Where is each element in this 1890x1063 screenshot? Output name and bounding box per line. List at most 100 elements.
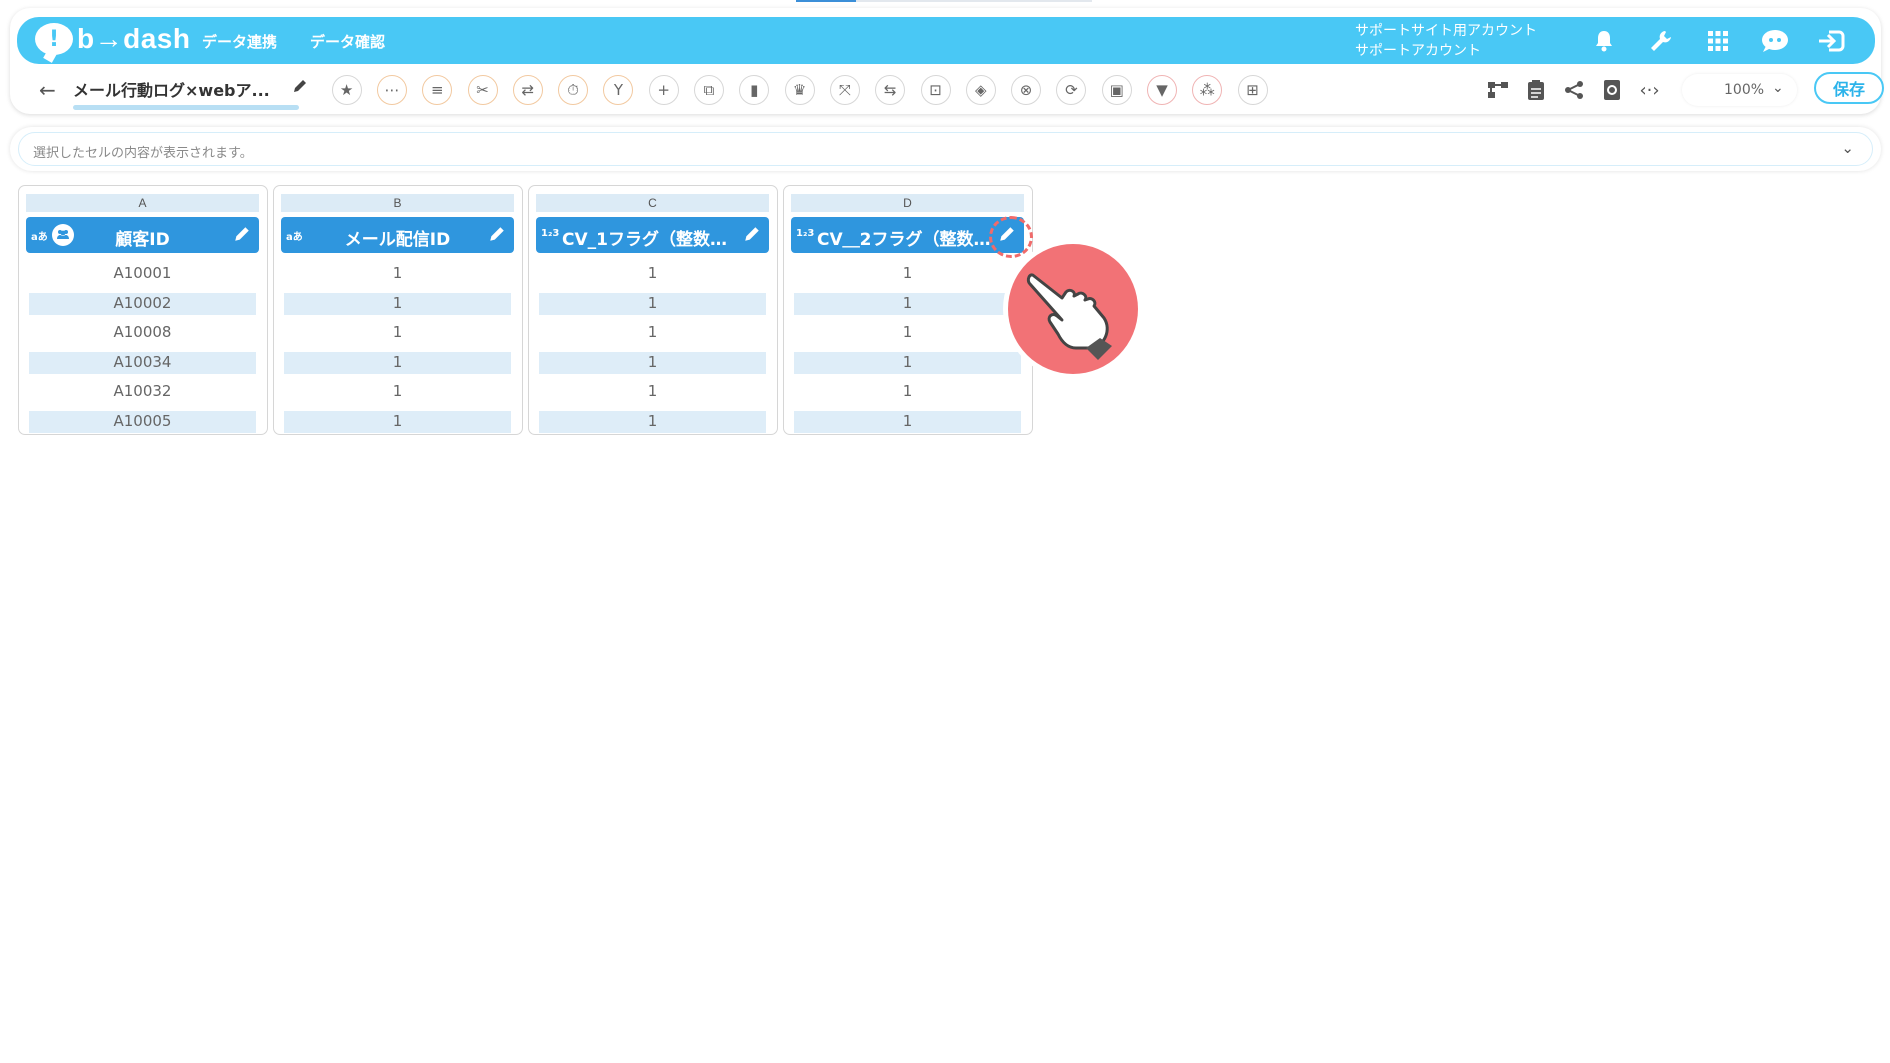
chevron-down-icon: ⌄ <box>1772 80 1784 96</box>
account-name: サポートサイト用アカウント <box>1355 23 1537 39</box>
table-row[interactable]: 1 <box>794 318 1021 348</box>
title-underline <box>73 105 299 110</box>
share-icon[interactable] <box>1558 75 1589 105</box>
column-letter[interactable]: C <box>536 194 769 212</box>
nav-data-integration[interactable]: データ連携 <box>202 31 277 52</box>
right-tool-group: ‹·› <box>1482 75 1665 105</box>
apps-grid-icon[interactable] <box>1689 26 1746 56</box>
favorite-star-icon[interactable]: ★ <box>324 73 369 107</box>
cell-content-field[interactable]: 選択したセルの内容が表示されます。 ⌄ <box>18 132 1873 166</box>
column-letter[interactable]: A <box>26 194 259 212</box>
column-rows: 1 1 1 1 1 1 <box>284 259 511 436</box>
workflow-toolbar: ← メール行動ログ×webア... ★ ⋯ ≡ ✂ ⇄ ⏱ Y + ⧉ ▮ ♛ … <box>17 70 1884 110</box>
table-row[interactable]: 1 <box>284 259 511 289</box>
table-row[interactable]: A10008 <box>29 318 256 348</box>
logo-bubble-icon: ! <box>35 23 73 55</box>
cell-content-placeholder: 選択したセルの内容が表示されます。 <box>33 146 253 161</box>
table-row[interactable]: A10034 <box>29 348 256 378</box>
code-expand-icon[interactable]: ‹·› <box>1634 75 1665 105</box>
nav-data-confirmation[interactable]: データ確認 <box>310 31 385 52</box>
column-card-b: B aあ メール配信ID 1 1 1 1 1 1 <box>273 185 523 435</box>
column-rows: 1 1 1 1 1 1 <box>539 259 766 436</box>
refresh-doc-icon[interactable] <box>1596 75 1627 105</box>
account-info[interactable]: サポートサイト用アカウント サポートアカウント <box>1355 21 1537 61</box>
note-icon[interactable]: ≡ <box>415 73 460 107</box>
logout-icon[interactable] <box>1803 26 1860 56</box>
column-letter[interactable]: D <box>791 194 1024 212</box>
compress-icon[interactable]: ⤧ <box>822 73 867 107</box>
back-arrow-icon[interactable]: ← <box>39 78 56 102</box>
table-row[interactable]: 1 <box>794 289 1021 319</box>
table-row[interactable]: 1 <box>794 377 1021 407</box>
grid-dots-icon[interactable]: ⁂ <box>1185 73 1230 107</box>
add-icon[interactable]: + <box>641 73 686 107</box>
cut-icon[interactable]: ✂ <box>460 73 505 107</box>
table-row[interactable]: A10002 <box>29 289 256 319</box>
table-row[interactable]: 1 <box>284 289 511 319</box>
table-row[interactable]: 1 <box>284 407 511 437</box>
column-header[interactable]: aあ 顧客ID <box>26 217 259 253</box>
lock-icon[interactable]: ⊡ <box>913 73 958 107</box>
table-row[interactable]: A10005 <box>29 407 256 437</box>
bdash-logo[interactable]: ! b→dash <box>35 23 190 55</box>
column-rows: A10001 A10002 A10008 A10034 A10032 A1000… <box>29 259 256 436</box>
zoom-select[interactable]: 100% ⌄ <box>1682 74 1797 106</box>
table-row[interactable]: 1 <box>539 377 766 407</box>
table-row[interactable]: 1 <box>284 377 511 407</box>
trash-icon[interactable]: ▮ <box>732 73 777 107</box>
table-row[interactable]: 1 <box>539 318 766 348</box>
header-icon-group <box>1575 26 1860 56</box>
transform-icon[interactable]: ⟳ <box>1049 73 1094 107</box>
table-row[interactable]: 1 <box>794 407 1021 437</box>
table-row[interactable]: 1 <box>794 259 1021 289</box>
table-row[interactable]: 1 <box>539 289 766 319</box>
tool-icon-row: ★ ⋯ ≡ ✂ ⇄ ⏱ Y + ⧉ ▮ ♛ ⤧ ⇆ ⊡ ◈ ⊗ ⟳ ▣ ▼ ⁂ … <box>324 73 1275 107</box>
table-row[interactable]: A10001 <box>29 259 256 289</box>
table-row[interactable]: 1 <box>539 348 766 378</box>
column-card-c: C 1₂3 CV_1フラグ（整数… 1 1 1 1 1 1 <box>528 185 778 435</box>
edit-pencil-icon[interactable] <box>233 225 253 245</box>
column-header[interactable]: 1₂3 CV_1フラグ（整数… <box>536 217 769 253</box>
logo-text: b→dash <box>77 23 191 54</box>
column-letter[interactable]: B <box>281 194 514 212</box>
frame-icon[interactable]: ▣ <box>1094 73 1139 107</box>
pointing-hand-icon <box>1000 236 1146 382</box>
save-button[interactable]: 保存 <box>1814 72 1884 104</box>
wrench-icon[interactable] <box>1632 26 1689 56</box>
edit-pencil-icon[interactable] <box>488 225 508 245</box>
top-progress-indicator <box>796 0 1092 2</box>
table-row[interactable]: 1 <box>284 318 511 348</box>
app-header: ! b→dash データ連携 データ確認 サポートサイト用アカウント サポートア… <box>17 17 1875 64</box>
table-icon[interactable]: ⊞ <box>1230 73 1275 107</box>
type-text-icon: aあ <box>286 232 303 243</box>
branch-icon[interactable]: Y <box>596 73 641 107</box>
table-row[interactable]: A10032 <box>29 377 256 407</box>
swap-icon[interactable]: ⇆ <box>868 73 913 107</box>
table-row[interactable]: 1 <box>539 259 766 289</box>
table-row[interactable]: 1 <box>284 348 511 378</box>
clipboard-icon[interactable] <box>1520 75 1551 105</box>
table-row[interactable]: 1 <box>539 407 766 437</box>
column-card-a: A aあ 顧客ID A10001 A10002 A10008 A10034 A1… <box>18 185 268 435</box>
workflow-title[interactable]: メール行動ログ×webア... <box>73 77 309 110</box>
bell-icon[interactable] <box>1575 26 1632 56</box>
copy-icon[interactable]: ⧉ <box>686 73 731 107</box>
type-number-icon: 1₂3 <box>796 228 815 239</box>
chevron-down-icon[interactable]: ⌄ <box>1841 139 1854 157</box>
chat-assistant-icon[interactable] <box>1746 26 1803 56</box>
table-row[interactable]: 1 <box>794 348 1021 378</box>
crown-icon[interactable]: ♛ <box>777 73 822 107</box>
edit-pencil-icon[interactable] <box>743 225 763 245</box>
column-name: CV＿2フラグ（整数… <box>817 230 991 250</box>
merge-icon[interactable]: ⇄ <box>505 73 550 107</box>
box-icon[interactable]: ◈ <box>958 73 1003 107</box>
column-name: CV_1フラグ（整数… <box>562 230 727 250</box>
filter-icon[interactable]: ▼ <box>1139 73 1184 107</box>
column-header[interactable]: aあ メール配信ID <box>281 217 514 253</box>
more-dots-icon[interactable]: ⋯ <box>369 73 414 107</box>
close-circle-icon[interactable]: ⊗ <box>1003 73 1048 107</box>
column-rows: 1 1 1 1 1 1 <box>794 259 1021 436</box>
timer-icon[interactable]: ⏱ <box>550 73 595 107</box>
edit-title-pencil-icon[interactable] <box>292 78 308 98</box>
flow-diagram-icon[interactable] <box>1482 75 1513 105</box>
